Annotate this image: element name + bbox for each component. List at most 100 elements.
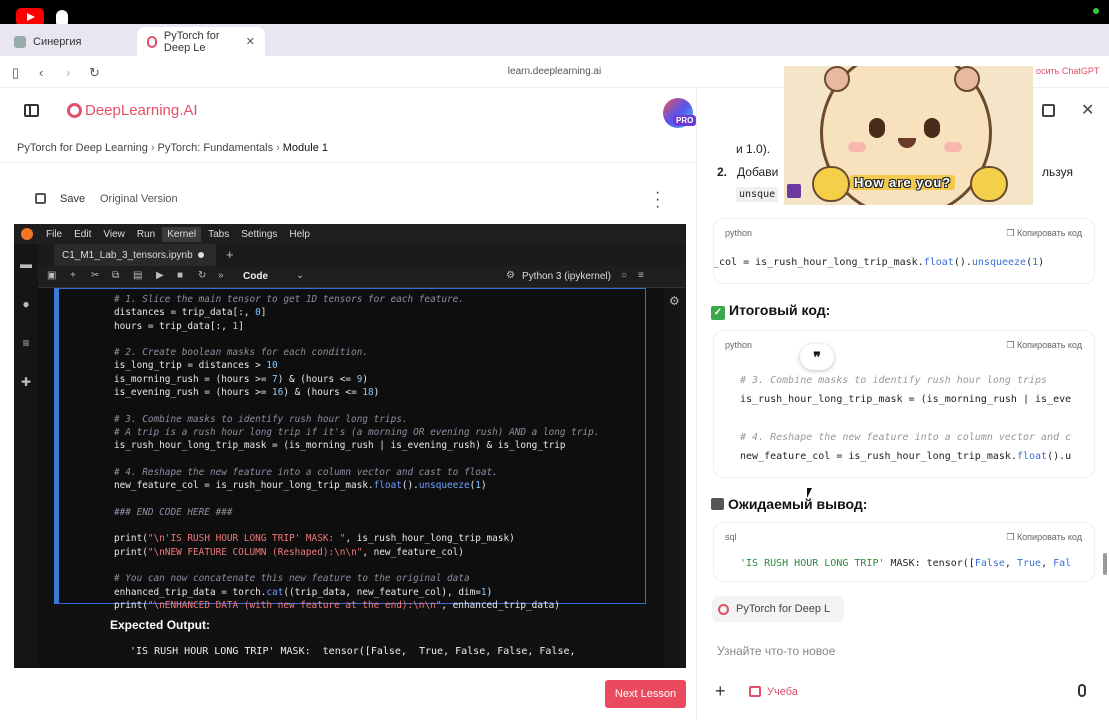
cell-code[interactable]: # 1. Slice the main tensor to get 1D ten… (114, 293, 599, 612)
code-line: print("\nENHANCED DATA (with new feature… (114, 599, 560, 611)
breadcrumb-section[interactable]: PyTorch: Fundamentals (158, 142, 274, 154)
close-tab-icon[interactable]: ✕ (246, 35, 255, 48)
cell-type-select[interactable]: Code (243, 271, 268, 282)
cut-icon[interactable]: ✂ (91, 270, 99, 281)
code-language: python (725, 228, 753, 238)
hamster-eye (869, 118, 885, 138)
list-number: 2. (717, 165, 728, 179)
deeplearning-favicon-icon (147, 35, 157, 48)
code-line: is_rush_hour_long_trip_mask = (is_mornin… (740, 394, 1072, 405)
code-lines: # 3. Combine masks to identify rush hour… (740, 371, 1071, 466)
notebook-tab-label: C1_M1_Lab_3_tensors.ipynb (62, 249, 193, 261)
save-button[interactable]: Save (60, 193, 85, 205)
logo-text: DeepLearning.AI (85, 102, 198, 119)
restart-icon[interactable]: ↻ (198, 270, 206, 281)
menu-icon[interactable]: ≡ (638, 270, 644, 281)
paste-icon[interactable]: ▤ (133, 270, 142, 281)
run-icon[interactable]: ▶ (156, 270, 164, 281)
menu-view[interactable]: View (98, 227, 130, 242)
code-line: 'IS RUSH HOUR LONG TRIP' MASK: tensor([F… (740, 558, 1072, 569)
chevron-down-icon[interactable]: ⌄ (296, 270, 304, 281)
scrollbar[interactable] (1103, 553, 1107, 575)
stream-icon (787, 184, 801, 198)
pro-badge: PRO (673, 115, 697, 126)
code-line: _col = is_rush_hour_long_trip_mask.float… (713, 257, 1045, 268)
toc-icon[interactable]: ≡ (20, 337, 32, 349)
more-options-icon[interactable]: · · · (655, 185, 660, 215)
logo-icon (67, 103, 82, 118)
menu-file[interactable]: File (41, 227, 67, 242)
tab-label: PyTorch for Deep Le (163, 29, 220, 54)
browser-tab-pytorch[interactable]: PyTorch for Deep Le ✕ (137, 27, 265, 56)
jupyter-right-sidebar: ⚙ (664, 288, 686, 668)
new-launcher-icon[interactable]: + (226, 247, 234, 262)
property-inspector-icon[interactable]: ⚙ (669, 294, 680, 308)
chat-list-item: 2. Добави (717, 165, 778, 179)
chip-label: PyTorch for Deep L (736, 603, 831, 615)
extension-icon[interactable]: ✚ (20, 376, 32, 388)
heading-text: Итоговый код: (729, 302, 831, 318)
code-block: python Копировать код _col = is_rush_hou… (713, 218, 1095, 284)
add-attachment-icon[interactable]: + (715, 681, 726, 702)
menu-run[interactable]: Run (132, 227, 160, 242)
close-icon[interactable]: ✕ (1081, 100, 1094, 120)
notebook-tab[interactable]: C1_M1_Lab_3_tensors.ipynb (54, 244, 216, 266)
code-line: ### END CODE HERE ### (114, 506, 233, 518)
status-dot-icon (1093, 8, 1099, 14)
copy-code-button[interactable]: Копировать код (1006, 532, 1082, 543)
run-all-icon[interactable]: » (218, 270, 224, 281)
code-line: # You can now concatenate this new featu… (114, 573, 470, 585)
copy-code-button[interactable]: Копировать код (1006, 228, 1082, 239)
chat-input[interactable]: Узнайте что-то новое (717, 644, 835, 658)
code-line: # 3. Combine masks to identify rush hour… (114, 413, 408, 425)
save-notebook-icon[interactable]: ▣ (47, 270, 56, 281)
hamster-cheek (848, 142, 866, 152)
notebook-toolbar: ▣ + ✂ ⧉ ▤ ▶ ■ ↻ » Code ⌄ ⚙ Python 3 (ipy… (38, 266, 686, 288)
quote-button[interactable]: ❞ (800, 344, 834, 370)
deeplearning-logo[interactable]: DeepLearning.AI (67, 102, 198, 119)
code-line: is_evening_rush = (hours >= 16) & (hours… (114, 387, 380, 399)
insert-cell-icon[interactable]: + (70, 270, 76, 281)
favicon-icon (14, 35, 26, 48)
folder-icon[interactable]: ▬ (20, 258, 32, 270)
save-icon[interactable] (35, 193, 46, 204)
context-chip[interactable]: PyTorch for Deep L (712, 596, 844, 622)
kernel-status[interactable]: Python 3 (ipykernel) (522, 271, 611, 282)
hamster-ear (954, 66, 980, 92)
video-overlay[interactable]: How are you? (784, 66, 1033, 205)
jupyter-menu-bar: File Edit View Run Kernel Tabs Settings … (14, 224, 686, 244)
copy-code-button[interactable]: Копировать код (1006, 340, 1082, 351)
new-chat-icon[interactable] (1042, 104, 1055, 117)
menu-tabs[interactable]: Tabs (203, 227, 234, 242)
settings-gear-icon[interactable]: ⚙ (506, 270, 515, 281)
menu-edit[interactable]: Edit (69, 227, 96, 242)
code-line: # 4. Reshape the new feature into a colu… (740, 432, 1072, 443)
stop-icon[interactable]: ■ (177, 270, 183, 281)
hamster-paw (970, 166, 1008, 202)
running-icon[interactable]: ● (20, 298, 32, 310)
code-cell[interactable]: # 1. Slice the main tensor to get 1D ten… (54, 288, 646, 611)
chat-text-tail: льзуя (1042, 165, 1073, 179)
code-line: # A trip is a rush hour long trip if it'… (114, 426, 600, 438)
hamster-paw (812, 166, 850, 202)
copy-icon[interactable]: ⧉ (112, 270, 119, 281)
kernel-idle-icon: ○ (621, 270, 628, 281)
code-block: sql Копировать код 'IS RUSH HOUR LONG TR… (713, 522, 1095, 582)
browser-tab-sinergia[interactable]: Синергия (4, 27, 134, 56)
menu-help[interactable]: Help (284, 227, 315, 242)
menu-settings[interactable]: Settings (236, 227, 282, 242)
breadcrumb-course[interactable]: PyTorch for Deep Learning (17, 142, 148, 154)
sidebar-toggle-icon[interactable] (24, 104, 39, 117)
unsaved-dot-icon (198, 252, 204, 258)
menu-kernel[interactable]: Kernel (162, 226, 202, 242)
study-mode-button[interactable]: Учеба (749, 686, 798, 698)
deeplearning-icon (718, 603, 729, 615)
microphone-icon[interactable] (1078, 684, 1086, 697)
code-line: # 2. Create boolean masks for each condi… (114, 347, 368, 359)
original-version-link[interactable]: Original Version (100, 193, 178, 205)
chatgpt-button[interactable]: осить ChatGPT (1036, 66, 1099, 76)
next-lesson-button[interactable]: Next Lesson (605, 680, 686, 708)
chevron-right-icon: › (150, 142, 155, 154)
